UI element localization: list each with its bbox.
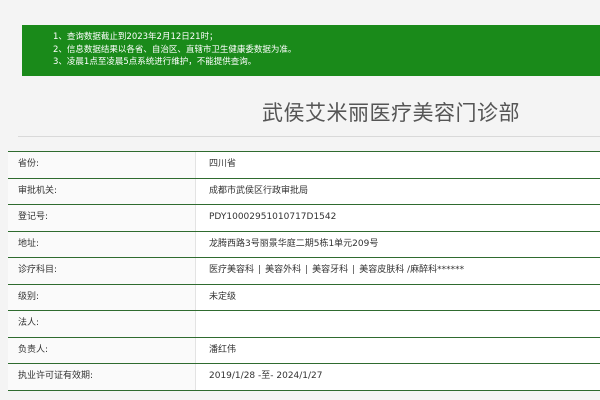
table-row-registration-number: 登记号: PDY10002951010717D1542	[8, 205, 600, 232]
row-label: 地址:	[18, 238, 40, 249]
row-label: 省份:	[18, 159, 40, 169]
row-label: 负责人:	[18, 344, 49, 355]
row-value: 四川省	[195, 152, 600, 178]
table-row-person-in-charge: 负责人: 潘红伟	[8, 337, 600, 364]
table-row-subjects: 诊疗科目: 医疗美容科 | 美容外科 | 美容牙科 | 美容皮肤科 /麻醉科******	[8, 258, 600, 285]
row-value: 潘红伟	[195, 337, 600, 363]
subject-item: 美容皮肤科 /麻醉科******	[359, 265, 465, 275]
row-value-subjects: 医疗美容科 | 美容外科 | 美容牙科 | 美容皮肤科 /麻醉科******	[195, 258, 600, 284]
info-table: 省份: 四川省 审批机关: 成都市武侯区行政审批局 登记号: PDY100029…	[8, 151, 600, 391]
separator: |	[305, 265, 309, 275]
table-row-legal-person: 法人:	[8, 311, 600, 338]
row-label: 级别:	[18, 291, 40, 302]
notice-line: 1、查询数据截止到2023年2月12日21时；	[53, 32, 218, 42]
row-value: 未定级	[195, 284, 600, 310]
row-label: 审批机关:	[18, 185, 58, 196]
separator: |	[352, 265, 356, 275]
row-value: 龙腾西路3号丽景华庭二期5栋1单元209号	[195, 231, 600, 257]
title-area: 武侯艾米丽医疗美容门诊部	[18, 97, 600, 137]
subject-item: 医疗美容科	[209, 265, 255, 275]
subject-item: 美容外科	[265, 265, 302, 275]
notice-line: 2、信息数据结果以各省、自治区、直辖市卫生健康委数据为准。	[53, 44, 297, 55]
row-label: 登记号:	[18, 212, 49, 222]
page-title: 武侯艾米丽医疗美容门诊部	[262, 101, 520, 125]
row-label: 执业许可证有效期:	[18, 371, 94, 381]
subject-item: 美容牙科	[312, 265, 349, 275]
table-row-approval-authority: 审批机关: 成都市武侯区行政审批局	[8, 178, 600, 205]
row-value: 成都市武侯区行政审批局	[195, 178, 600, 204]
table-row-level: 级别: 未定级	[8, 284, 600, 311]
row-value: PDY10002951010717D1542	[195, 205, 600, 231]
separator: |	[258, 265, 262, 275]
row-label: 诊疗科目:	[18, 265, 58, 275]
table-row-province: 省份: 四川省	[8, 152, 600, 179]
table-row-license-validity: 执业许可证有效期: 2019/1/28 -至- 2024/1/27	[8, 364, 600, 391]
row-value	[195, 311, 600, 337]
notice-line: 3、凌晨1点至凌晨5点系统进行维护，不能提供查询。	[53, 57, 257, 67]
row-label: 法人:	[18, 318, 40, 328]
row-value: 2019/1/28 -至- 2024/1/27	[195, 364, 600, 390]
table-row-address: 地址: 龙腾西路3号丽景华庭二期5栋1单元209号	[8, 231, 600, 258]
notice-banner: 1、查询数据截止到2023年2月12日21时； 2、信息数据结果以各省、自治区、…	[22, 25, 600, 76]
